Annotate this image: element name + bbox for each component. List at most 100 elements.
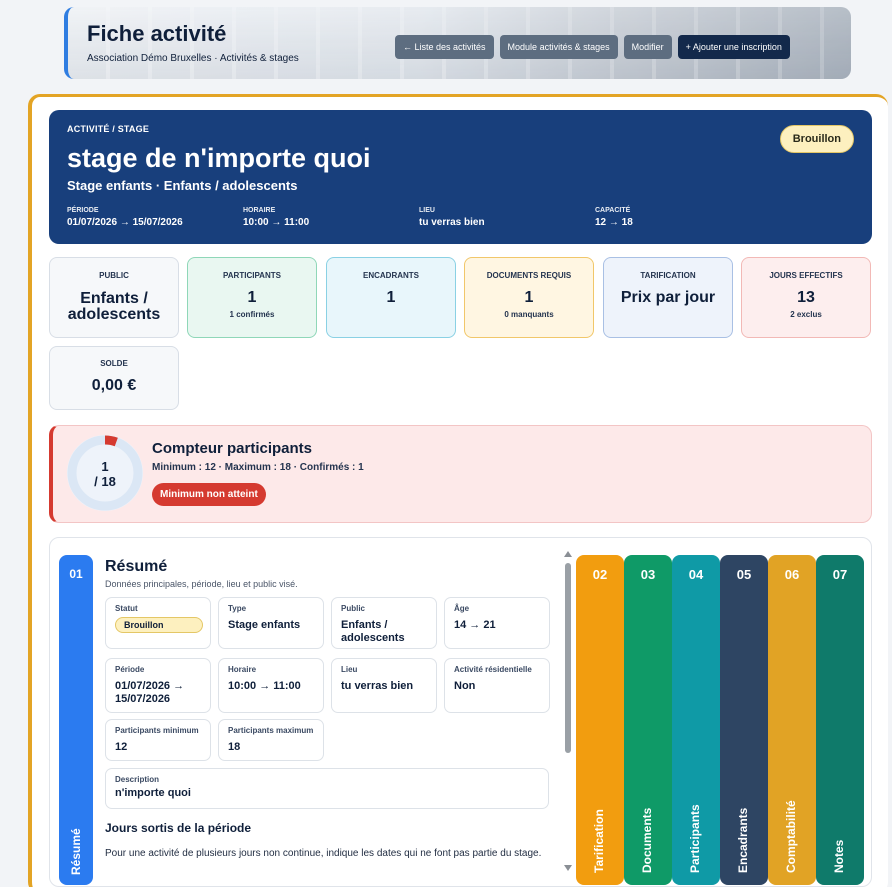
resume-panel: Résumé Données principales, période, lie…: [105, 558, 550, 842]
stat-value: 1: [386, 289, 396, 306]
fact-capacite: CAPACITÉ 12 → 18: [595, 207, 771, 228]
tab-label: Résumé: [69, 828, 83, 875]
module-button[interactable]: Module activités & stages: [499, 35, 618, 59]
status-chip: Brouillon: [115, 617, 203, 633]
stat-label: ENCADRANTS: [363, 271, 419, 280]
stat-jours: JOURS EFFECTIFS 13 2 exclus: [741, 257, 871, 338]
field-value: Stage enfants: [228, 619, 301, 631]
page-subtitle: Association Démo Bruxelles · Activités &…: [87, 53, 299, 64]
field-value: 14 → 21: [454, 619, 496, 631]
tab-resume[interactable]: 01 Résumé: [59, 555, 93, 885]
fact-lieu: LIEU tu verras bien: [419, 207, 595, 228]
tab-documents[interactable]: 03 Documents: [624, 555, 672, 885]
field-value: n'importe quoi: [115, 787, 191, 799]
scrollbar-thumb[interactable]: [565, 563, 571, 753]
fact-label: PÉRIODE: [67, 207, 99, 214]
status-badge: Brouillon: [779, 125, 854, 153]
tab-label: Participants: [688, 804, 702, 873]
stat-label: DOCUMENTS REQUIS: [486, 271, 572, 280]
hero-facts: PÉRIODE 01/07/2026 → 15/07/2026 HORAIRE 10…: [67, 207, 771, 228]
counter-summary: Minimum : 12 · Maximum : 18 · Confirmés …: [152, 462, 364, 473]
field-value: Enfants / adolescents: [341, 619, 405, 644]
stat-tarification: TARIFICATION Prix par jour: [603, 257, 733, 338]
tab-label: Notes: [832, 839, 846, 873]
donut-total: / 18: [94, 474, 116, 489]
page-title: Fiche activité: [87, 21, 227, 46]
stat-documents: DOCUMENTS REQUIS 1 0 manquants: [464, 257, 594, 338]
header-actions: ← Liste des activités Module activités &…: [395, 35, 790, 59]
fact-label: LIEU: [419, 207, 435, 214]
field-label: Lieu: [341, 665, 358, 674]
fact-value: tu verras bien: [419, 217, 485, 228]
add-registration-button[interactable]: + Ajouter une inscription: [677, 35, 790, 59]
tab-comptabilite[interactable]: 06 Comptabilité: [768, 555, 816, 885]
stat-label: TARIFICATION: [640, 271, 696, 280]
field-label: Public: [341, 604, 366, 613]
fact-label: CAPACITÉ: [595, 207, 631, 214]
activity-name: stage de n'importe quoi: [67, 143, 371, 173]
field-horaire: Horaire 10:00 → 11:00: [218, 658, 324, 713]
tab-participants[interactable]: 04 Participants: [672, 555, 720, 885]
fact-value: 10:00 → 11:00: [243, 217, 310, 228]
tab-number: 01: [69, 567, 83, 581]
field-max: Participants maximum 18: [218, 719, 324, 761]
field-label: Participants minimum: [115, 726, 199, 735]
stat-value: 13: [797, 289, 815, 306]
field-value: 10:00 → 11:00: [228, 680, 301, 692]
field-public: Public Enfants / adolescents: [331, 597, 437, 649]
stat-value: Enfants / adolescents: [67, 290, 161, 323]
field-label: Âge: [454, 604, 470, 613]
section-description: Données principales, période, lieu et pu…: [105, 579, 298, 589]
tab-number: 07: [832, 567, 848, 582]
field-label: Période: [115, 665, 145, 674]
counter-title: Compteur participants: [152, 440, 313, 457]
activity-sections: 01 Résumé Résumé Données principales, pé…: [49, 537, 872, 887]
field-lieu: Lieu tu verras bien: [331, 658, 437, 713]
minimum-warning-badge: Minimum non atteint: [152, 483, 266, 506]
tab-tarification[interactable]: 02 Tarification: [576, 555, 624, 885]
edit-button[interactable]: Modifier: [623, 35, 672, 59]
section-title: Résumé: [105, 558, 168, 575]
stat-label: PARTICIPANTS: [223, 271, 281, 280]
activity-hero: ACTIVITÉ / STAGE stage de n'importe quoi…: [49, 110, 872, 244]
tab-label: Tarification: [592, 809, 606, 873]
stat-value: 0,00 €: [91, 377, 137, 394]
scroll-up-arrow-icon[interactable]: [564, 551, 572, 557]
field-residentielle: Activité résidentielle Non: [444, 658, 550, 713]
tab-number: 03: [640, 567, 656, 582]
excluded-days-heading: Jours sortis de la période: [105, 821, 252, 835]
field-label: Activité résidentielle: [454, 665, 532, 674]
tab-number: 06: [784, 567, 800, 582]
field-value: tu verras bien: [341, 680, 414, 692]
field-label: Horaire: [228, 665, 257, 674]
page-header: Fiche activité Association Démo Bruxelle…: [64, 7, 851, 79]
stat-value: 1: [247, 289, 257, 306]
field-label: Type: [228, 604, 247, 613]
field-periode: Période 01/07/2026 → 15/07/2026: [105, 658, 211, 713]
participants-donut: 1 / 18: [67, 435, 143, 511]
panel-scrollbar[interactable]: [563, 551, 573, 871]
hero-kicker: ACTIVITÉ / STAGE: [67, 124, 150, 134]
field-type: Type Stage enfants: [218, 597, 324, 649]
stat-label: SOLDE: [100, 359, 128, 368]
field-age: Âge 14 → 21: [444, 597, 550, 649]
fact-value: 12 → 18: [595, 217, 633, 228]
back-to-list-button[interactable]: ← Liste des activités: [395, 35, 494, 59]
participant-counter: 1 / 18 Compteur participants Minimum : 1…: [49, 425, 872, 523]
stat-value: Prix par jour: [620, 289, 716, 306]
tab-number: 02: [592, 567, 608, 582]
scroll-down-arrow-icon[interactable]: [564, 865, 572, 871]
stat-sub: 1 confirmés: [229, 310, 275, 319]
stat-participants: PARTICIPANTS 1 1 confirmés: [187, 257, 317, 338]
stat-label: JOURS EFFECTIFS: [769, 271, 843, 280]
excluded-days-help: Pour une activité de plusieurs jours non…: [105, 848, 542, 859]
field-value: Non: [454, 680, 476, 692]
tab-notes[interactable]: 07 Notes: [816, 555, 864, 885]
stat-sub: 2 exclus: [790, 310, 822, 319]
stat-label: PUBLIC: [99, 271, 129, 280]
tab-encadrants[interactable]: 05 Encadrants: [720, 555, 768, 885]
tab-label: Documents: [640, 807, 654, 873]
field-value: 01/07/2026 → 15/07/2026: [115, 680, 185, 705]
stat-value: 1: [524, 289, 534, 306]
tab-label: Comptabilité: [784, 800, 798, 873]
